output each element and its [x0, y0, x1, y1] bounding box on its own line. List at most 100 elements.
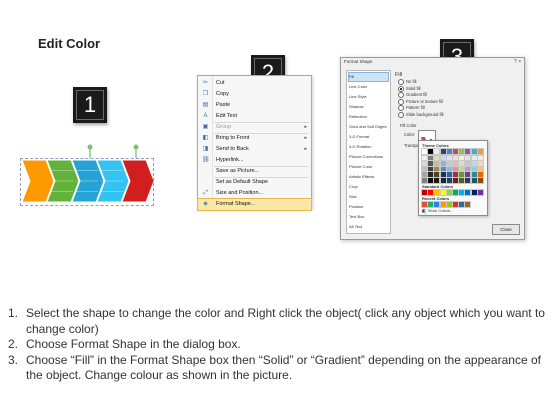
context-menu-item-send-to-back[interactable]: ◨ Send to Back ▸	[198, 144, 311, 155]
theme-color-shade-swatch[interactable]	[452, 171, 459, 179]
more-colors-link[interactable]: More Colors...	[422, 208, 453, 213]
category-picture-corrections[interactable]: Picture Corrections	[349, 153, 388, 161]
standard-color-swatch[interactable]	[427, 189, 435, 196]
theme-color-swatch[interactable]	[439, 148, 447, 155]
standard-color-swatch[interactable]	[458, 189, 466, 196]
theme-color-shade-swatch[interactable]	[458, 176, 466, 184]
recent-color-swatch[interactable]	[445, 201, 453, 208]
category-list[interactable]: Fill Line Color Line Style Shadow Reflection…	[346, 70, 391, 234]
fill-option-no-fill[interactable]: No fill	[398, 79, 416, 85]
theme-color-shade-swatch[interactable]	[433, 171, 441, 179]
theme-color-swatch[interactable]	[452, 148, 459, 155]
recent-color-swatch[interactable]	[452, 201, 459, 208]
theme-color-shade-swatch[interactable]	[464, 160, 472, 168]
theme-color-shade-swatch[interactable]	[439, 155, 447, 162]
category-fill[interactable]: Fill	[348, 72, 389, 82]
recent-color-swatch[interactable]	[433, 201, 441, 208]
theme-color-shade-swatch[interactable]	[452, 160, 459, 168]
theme-color-shade-swatch[interactable]	[464, 155, 472, 162]
standard-color-swatch[interactable]	[433, 189, 441, 196]
category-crop[interactable]: Crop	[349, 183, 388, 191]
theme-color-shade-swatch[interactable]	[458, 160, 466, 168]
theme-color-swatch[interactable]	[421, 148, 428, 155]
theme-color-shade-swatch[interactable]	[452, 165, 459, 173]
standard-color-swatch[interactable]	[476, 189, 484, 196]
theme-color-shade-swatch[interactable]	[427, 165, 435, 173]
context-menu-item-group[interactable]: ▣ Group ▸	[198, 122, 311, 133]
standard-color-swatch[interactable]	[421, 189, 428, 196]
theme-color-shade-swatch[interactable]	[427, 171, 435, 179]
theme-color-shade-swatch[interactable]	[445, 165, 453, 173]
theme-color-shade-swatch[interactable]	[433, 176, 441, 184]
theme-color-shade-swatch[interactable]	[476, 165, 484, 173]
context-menu-item-size-and-position[interactable]: ⤢ Size and Position...	[198, 188, 311, 199]
category-position[interactable]: Position	[349, 203, 388, 211]
theme-color-shade-swatch[interactable]	[470, 155, 478, 162]
theme-color-shade-swatch[interactable]	[476, 155, 484, 162]
theme-color-swatch[interactable]	[445, 148, 453, 155]
recent-color-swatch[interactable]	[464, 201, 472, 208]
theme-color-shade-swatch[interactable]	[452, 176, 459, 184]
theme-color-shade-swatch[interactable]	[476, 176, 484, 184]
radio-button[interactable]	[398, 92, 404, 98]
theme-color-shade-swatch[interactable]	[445, 176, 453, 184]
category-size[interactable]: Size	[349, 193, 388, 201]
theme-color-swatch[interactable]	[427, 148, 435, 155]
theme-color-shade-swatch[interactable]	[458, 171, 466, 179]
theme-color-shade-swatch[interactable]	[464, 176, 472, 184]
theme-color-shade-swatch[interactable]	[439, 176, 447, 184]
theme-color-shade-swatch[interactable]	[464, 165, 472, 173]
radio-button[interactable]	[398, 85, 404, 92]
standard-color-swatch[interactable]	[439, 189, 447, 196]
theme-color-shade-swatch[interactable]	[445, 155, 453, 162]
color-palette-popup[interactable]: Theme Colors Standard Colors Recent Colo…	[418, 140, 488, 216]
theme-color-shade-swatch[interactable]	[476, 160, 484, 168]
theme-color-shade-swatch[interactable]	[421, 176, 428, 184]
theme-color-shade-swatch[interactable]	[470, 171, 478, 179]
recent-color-swatch[interactable]	[421, 201, 428, 208]
radio-button[interactable]	[398, 105, 404, 111]
dialog-window-controls[interactable]: ? ×	[514, 59, 521, 65]
category-line-style[interactable]: Line Style	[349, 93, 388, 101]
theme-color-shade-swatch[interactable]	[458, 155, 466, 162]
chevron-shape-group[interactable]	[16, 144, 156, 214]
recent-color-swatch[interactable]	[427, 201, 435, 208]
category-picture-color[interactable]: Picture Color	[349, 163, 388, 171]
theme-color-shade-swatch[interactable]	[470, 160, 478, 168]
category-3-d-rotation[interactable]: 3-D Rotation	[349, 143, 388, 151]
context-menu-item-paste[interactable]: ▤ Paste	[198, 100, 311, 111]
fill-option-gradient-fill[interactable]: Gradient fill	[398, 92, 427, 98]
context-menu-item-set-as-default-shape[interactable]: Set as Default Shape	[198, 177, 311, 188]
theme-color-shade-swatch[interactable]	[433, 155, 441, 162]
fill-option-slide-background-fill[interactable]: Slide background fill	[398, 111, 443, 118]
radio-button[interactable]	[398, 98, 404, 105]
standard-color-swatch[interactable]	[470, 189, 478, 196]
fill-option-solid-fill[interactable]: Solid fill	[398, 85, 420, 92]
fill-option-picture-or-texture-fill[interactable]: Picture or texture fill	[398, 98, 443, 105]
close-button[interactable]: Close	[492, 224, 520, 235]
theme-color-shade-swatch[interactable]	[421, 160, 428, 168]
theme-color-swatch[interactable]	[433, 148, 441, 155]
category-reflection[interactable]: Reflection	[349, 113, 388, 121]
rotate-handle[interactable]	[87, 144, 93, 150]
context-menu-item-copy[interactable]: ❐ Copy	[198, 89, 311, 100]
theme-color-shade-swatch[interactable]	[445, 171, 453, 179]
theme-color-shade-swatch[interactable]	[439, 160, 447, 168]
theme-color-shade-swatch[interactable]	[421, 171, 428, 179]
theme-color-swatch[interactable]	[476, 148, 484, 155]
theme-color-shade-swatch[interactable]	[439, 171, 447, 179]
context-menu-item-edit-text[interactable]: A Edit Text	[198, 111, 311, 122]
category-3-d-format[interactable]: 3-D Format	[349, 133, 388, 141]
radio-button[interactable]	[398, 111, 404, 118]
theme-color-shade-swatch[interactable]	[470, 176, 478, 184]
standard-color-swatch[interactable]	[445, 189, 453, 196]
rotate-handle-2[interactable]	[133, 144, 139, 150]
theme-color-shade-swatch[interactable]	[476, 171, 484, 179]
context-menu-item-format-shape[interactable]: ◈ Format Shape...	[197, 198, 312, 211]
theme-color-shade-swatch[interactable]	[458, 165, 466, 173]
theme-color-swatch[interactable]	[470, 148, 478, 155]
theme-color-shade-swatch[interactable]	[421, 155, 428, 162]
radio-button[interactable]	[398, 79, 404, 85]
theme-color-shade-swatch[interactable]	[452, 155, 459, 162]
theme-color-shade-swatch[interactable]	[427, 176, 435, 184]
